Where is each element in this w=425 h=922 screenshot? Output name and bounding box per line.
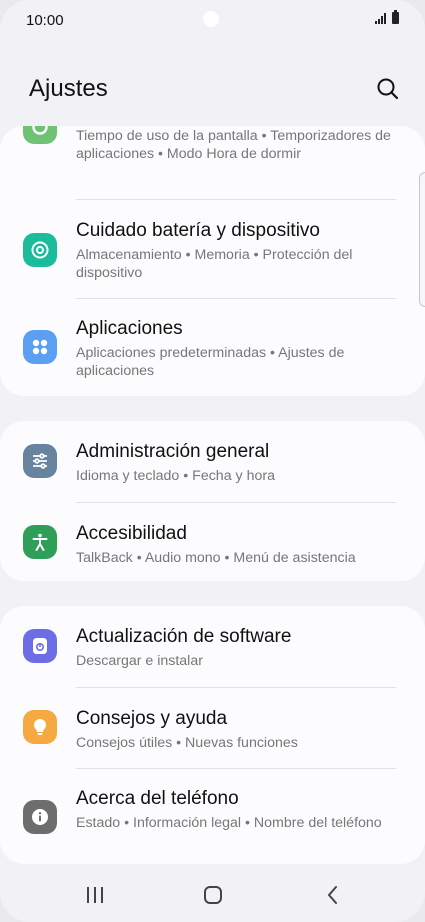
home-icon <box>204 886 222 904</box>
home-button[interactable] <box>198 882 228 908</box>
software-update-icon <box>23 629 57 663</box>
setting-software-update[interactable]: Actualización de software Descargar e in… <box>0 606 425 687</box>
settings-screen: 10:00 Ajustes Tiempo de uso de la pantal… <box>0 0 425 922</box>
lightbulb-icon <box>23 710 57 744</box>
setting-apps-subtitle: Aplicaciones predeterminadas • Ajustes d… <box>76 345 345 379</box>
setting-digital-wellbeing[interactable]: Tiempo de uso de la pantalla • Temporiza… <box>0 126 425 198</box>
setting-about-phone-title: Acerca del teléfono <box>76 788 239 809</box>
setting-accessibility-title: Accesibilidad <box>76 523 187 544</box>
status-bar: 10:00 <box>0 0 425 40</box>
recents-icon <box>87 887 103 903</box>
setting-apps[interactable]: Aplicaciones Aplicaciones predeterminada… <box>0 299 425 396</box>
setting-about-phone-subtitle: Estado • Información legal • Nombre del … <box>76 815 382 831</box>
setting-device-care-subtitle: Almacenamiento • Memoria • Protección de… <box>76 247 353 281</box>
header: Ajustes <box>0 70 425 110</box>
settings-group-3: Actualización de software Descargar e in… <box>0 606 425 864</box>
setting-apps-title: Aplicaciones <box>76 318 183 339</box>
sliders-icon <box>23 444 57 478</box>
back-button[interactable] <box>318 882 348 908</box>
setting-accessibility[interactable]: Accesibilidad TalkBack • Audio mono • Me… <box>0 503 425 581</box>
setting-general-management[interactable]: Administración general Idioma y teclado … <box>0 421 425 502</box>
setting-general-management-subtitle: Idioma y teclado • Fecha y hora <box>76 468 275 484</box>
apps-icon <box>23 330 57 364</box>
scrollbar[interactable] <box>419 172 425 307</box>
search-icon <box>377 78 399 100</box>
setting-about-phone[interactable]: Acerca del teléfono Estado • Información… <box>0 769 425 864</box>
recents-button[interactable] <box>80 882 110 908</box>
setting-accessibility-subtitle: TalkBack • Audio mono • Menú de asistenc… <box>76 550 356 566</box>
front-camera <box>203 11 219 27</box>
page-title: Ajustes <box>29 75 108 102</box>
setting-tips-help-subtitle: Consejos útiles • Nuevas funciones <box>76 735 298 751</box>
setting-software-update-title: Actualización de software <box>76 626 292 647</box>
setting-device-care[interactable]: Cuidado batería y dispositivo Almacenami… <box>0 200 425 298</box>
setting-tips-help-title: Consejos y ayuda <box>76 708 228 729</box>
status-time: 10:00 <box>26 12 64 29</box>
setting-general-management-title: Administración general <box>76 441 270 462</box>
status-icons <box>375 10 399 24</box>
setting-software-update-subtitle: Descargar e instalar <box>76 653 203 669</box>
search-button[interactable] <box>373 74 403 104</box>
setting-device-care-title: Cuidado batería y dispositivo <box>76 220 320 241</box>
digital-wellbeing-icon <box>23 126 57 144</box>
accessibility-icon <box>23 525 57 559</box>
navigation-bar <box>0 872 425 918</box>
settings-group-2: Administración general Idioma y teclado … <box>0 421 425 581</box>
info-icon <box>23 800 57 834</box>
settings-group-1: Tiempo de uso de la pantalla • Temporiza… <box>0 126 425 396</box>
setting-digital-wellbeing-subtitle: Tiempo de uso de la pantalla • Temporiza… <box>76 128 391 162</box>
battery-icon <box>392 10 399 24</box>
device-care-icon <box>23 233 57 267</box>
back-icon <box>328 886 337 904</box>
signal-icon <box>375 12 386 24</box>
setting-tips-help[interactable]: Consejos y ayuda Consejos útiles • Nueva… <box>0 688 425 768</box>
